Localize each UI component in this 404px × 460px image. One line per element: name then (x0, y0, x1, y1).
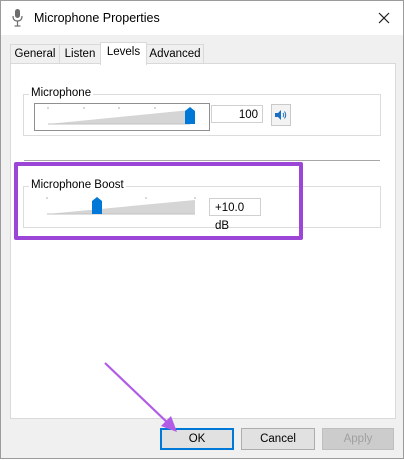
tab-general[interactable]: General (10, 44, 60, 64)
close-button[interactable] (371, 6, 397, 30)
properties-window: Microphone Properties General Listen Lev… (0, 0, 404, 459)
cancel-button[interactable]: Cancel (241, 428, 315, 450)
tab-levels[interactable]: Levels (100, 42, 147, 65)
microphone-slider-thumb[interactable] (185, 107, 195, 124)
window-title: Microphone Properties (34, 11, 160, 25)
microphone-level-value[interactable]: 100 (211, 105, 263, 123)
mute-toggle-button[interactable] (271, 104, 291, 126)
levels-panel: Microphone 100 Microphone Boost +10.0 dB (10, 63, 396, 419)
microphone-level-slider[interactable] (34, 103, 210, 131)
tab-advanced[interactable]: Advanced (146, 44, 204, 64)
close-icon (378, 12, 390, 24)
microphone-icon (11, 8, 25, 28)
ok-button[interactable]: OK (160, 428, 234, 450)
section-divider (24, 160, 380, 161)
speaker-icon (275, 110, 287, 120)
boost-highlight-box (14, 162, 303, 240)
microphone-group-label: Microphone (29, 87, 94, 99)
apply-button[interactable]: Apply (322, 428, 394, 450)
title-bar: Microphone Properties (1, 1, 403, 35)
tab-listen[interactable]: Listen (59, 44, 101, 64)
